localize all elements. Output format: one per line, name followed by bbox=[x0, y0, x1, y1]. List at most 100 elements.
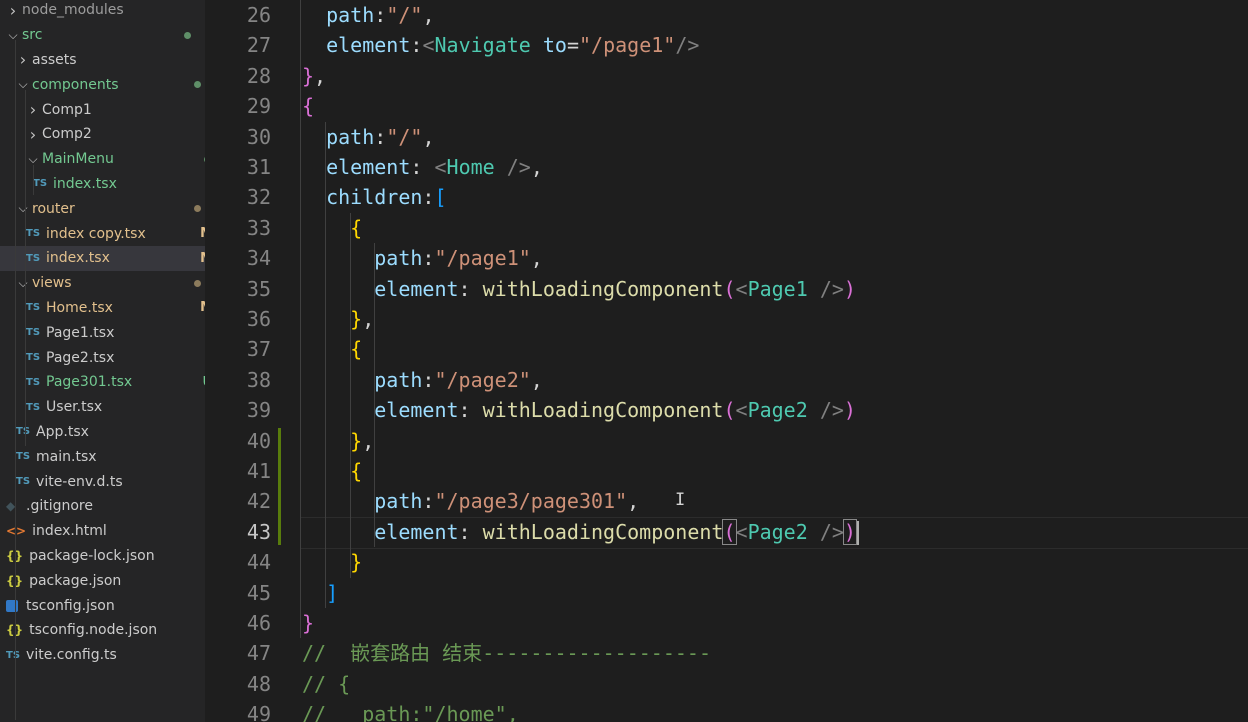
chevron-right-icon[interactable]: › bbox=[26, 125, 40, 144]
tree-file[interactable]: {}package.json bbox=[0, 568, 205, 593]
tree-file[interactable]: ◆ .gitignore bbox=[0, 494, 205, 519]
code-token: path bbox=[326, 3, 375, 27]
code-token: path bbox=[374, 367, 423, 392]
code-line[interactable]: 33 { bbox=[205, 213, 1248, 243]
code-token: withLoadingComponent bbox=[482, 276, 724, 301]
code-token: < bbox=[735, 519, 748, 544]
chevron-right-icon[interactable]: › bbox=[6, 1, 20, 20]
code-line[interactable]: 27 element:<Navigate to="/page1"/> bbox=[205, 30, 1248, 60]
code-token: } bbox=[350, 550, 363, 575]
code-line[interactable]: 45 ] bbox=[205, 578, 1248, 608]
code-line[interactable]: 41 { bbox=[205, 456, 1248, 486]
code-line[interactable]: 38 path:"/page2", bbox=[205, 365, 1248, 395]
tree-folder[interactable]: ⌵ router bbox=[0, 196, 205, 221]
code-token: Page1 bbox=[747, 276, 808, 301]
tree-file[interactable]: TSindex.tsxU bbox=[0, 172, 205, 197]
tree-file[interactable]: <> index.html bbox=[0, 519, 205, 544]
chevron-right-icon[interactable]: › bbox=[16, 50, 30, 69]
code-line[interactable]: 40 }, bbox=[205, 426, 1248, 456]
code-line[interactable]: 37 { bbox=[205, 334, 1248, 364]
code-token: path bbox=[326, 124, 375, 149]
tree-folder[interactable]: › Comp2 bbox=[0, 122, 205, 147]
code-token: , bbox=[530, 367, 543, 392]
code-text: { bbox=[302, 334, 362, 364]
tree-item-label: package-lock.json bbox=[29, 547, 155, 564]
tree-folder[interactable]: ⌵ components bbox=[0, 72, 205, 97]
code-line[interactable]: 46} bbox=[205, 608, 1248, 638]
tree-item-label: MainMenu bbox=[42, 151, 114, 168]
file-explorer: › node_modules ⌵ src › assets ⌵ components › Comp… bbox=[0, 0, 205, 722]
code-line[interactable]: 43 element: withLoadingComponent(<Page2 … bbox=[205, 517, 1248, 547]
git-status-dot bbox=[184, 31, 191, 39]
code-line[interactable]: 34 path:"/page1", bbox=[205, 243, 1248, 273]
tree-file[interactable]: TS App.tsx bbox=[0, 420, 205, 445]
tree-file[interactable]: TS User.tsx bbox=[0, 395, 205, 420]
code-line[interactable]: 30 path:"/", bbox=[205, 122, 1248, 152]
code-editor[interactable]: 26 path:"/", 27 element:<Navigate to="/pa… bbox=[205, 0, 1248, 722]
line-number: 26 bbox=[246, 3, 271, 27]
line-number: 28 bbox=[246, 63, 271, 88]
tree-file[interactable]: {}package-lock.json bbox=[0, 544, 205, 569]
code-token: } bbox=[350, 428, 363, 453]
tree-file[interactable]: TS vite.config.ts bbox=[0, 643, 205, 668]
code-token: : bbox=[422, 489, 435, 514]
tree-file[interactable]: TSindex copy.tsxM bbox=[0, 221, 205, 246]
code-line[interactable]: 26 path:"/", bbox=[205, 0, 1248, 30]
code-line[interactable]: 28}, bbox=[205, 61, 1248, 91]
tree-folder[interactable]: › node_modules bbox=[0, 0, 205, 23]
code-line[interactable]: 36 }, bbox=[205, 304, 1248, 334]
tree-item-label: assets bbox=[32, 51, 77, 68]
code-line[interactable]: 42 path:"/page3/page301", bbox=[205, 486, 1248, 516]
code-token: , bbox=[530, 155, 543, 179]
code-line[interactable]: 31 element: <Home />, bbox=[205, 152, 1248, 182]
code-line[interactable]: 44 } bbox=[205, 547, 1248, 577]
line-number: 35 bbox=[246, 276, 271, 301]
chevron-right-icon[interactable]: › bbox=[26, 100, 40, 119]
tree-file[interactable]: TS Page2.tsx bbox=[0, 345, 205, 370]
typescript-file-icon: TS bbox=[26, 302, 41, 314]
tree-folder[interactable]: ⌵ MainMenu bbox=[0, 147, 205, 172]
tree-file[interactable]: {}tsconfig.node.json bbox=[0, 618, 205, 643]
code-text: path:"/", bbox=[302, 122, 434, 152]
tree-file[interactable]: TS vite-env.d.ts bbox=[0, 469, 205, 494]
chevron-down-icon[interactable]: ⌵ bbox=[6, 28, 20, 43]
tree-folder[interactable]: › Comp1 bbox=[0, 97, 205, 122]
code-token: Page2 bbox=[747, 398, 808, 423]
code-line[interactable]: 32 children:[ bbox=[205, 182, 1248, 212]
code-text: // path:"/home", bbox=[302, 699, 519, 722]
tree-item-label: vite.config.ts bbox=[26, 647, 117, 664]
code-token: path bbox=[374, 489, 423, 514]
code-text: { bbox=[302, 91, 314, 121]
tree-file[interactable]: TSPage301.tsxU bbox=[0, 370, 205, 395]
tree-file[interactable]: TSHome.tsxM bbox=[0, 296, 205, 321]
tree-item-label: App.tsx bbox=[36, 423, 89, 440]
code-token: : bbox=[410, 33, 423, 58]
tree-folder[interactable]: ⌵ views bbox=[0, 271, 205, 296]
tree-file[interactable]: tsconfig.json bbox=[0, 593, 205, 618]
code-line[interactable]: 39 element: withLoadingComponent(<Page2 … bbox=[205, 395, 1248, 425]
code-token: { bbox=[350, 459, 363, 483]
tree-folder[interactable]: › assets bbox=[0, 48, 205, 73]
tree-file[interactable]: TSindex.tsxM bbox=[0, 246, 205, 271]
code-line[interactable]: 48 // { bbox=[205, 669, 1248, 699]
code-token: } bbox=[302, 611, 315, 635]
code-line[interactable]: 49 // path:"/home", bbox=[205, 699, 1248, 722]
code-line[interactable]: 47 // 嵌套路由 结束------------------- bbox=[205, 638, 1248, 668]
tree-file[interactable]: TS Page1.tsx bbox=[0, 320, 205, 345]
code-token: // 嵌套路由 结束------------------- bbox=[302, 641, 711, 666]
code-line[interactable]: 35 element: withLoadingComponent(<Page1 … bbox=[205, 274, 1248, 304]
chevron-down-icon[interactable]: ⌵ bbox=[16, 77, 30, 92]
code-text: // { bbox=[302, 669, 350, 699]
code-line[interactable]: 29 { bbox=[205, 91, 1248, 121]
chevron-down-icon[interactable]: ⌵ bbox=[16, 201, 30, 216]
tree-item-label: index copy.tsx bbox=[46, 225, 146, 242]
tree-file[interactable]: TS main.tsx bbox=[0, 444, 205, 469]
code-token: element bbox=[326, 155, 411, 179]
typescript-file-icon: TS bbox=[26, 401, 41, 413]
chevron-down-icon[interactable]: ⌵ bbox=[16, 276, 30, 291]
tree-folder[interactable]: ⌵ src bbox=[0, 23, 205, 48]
